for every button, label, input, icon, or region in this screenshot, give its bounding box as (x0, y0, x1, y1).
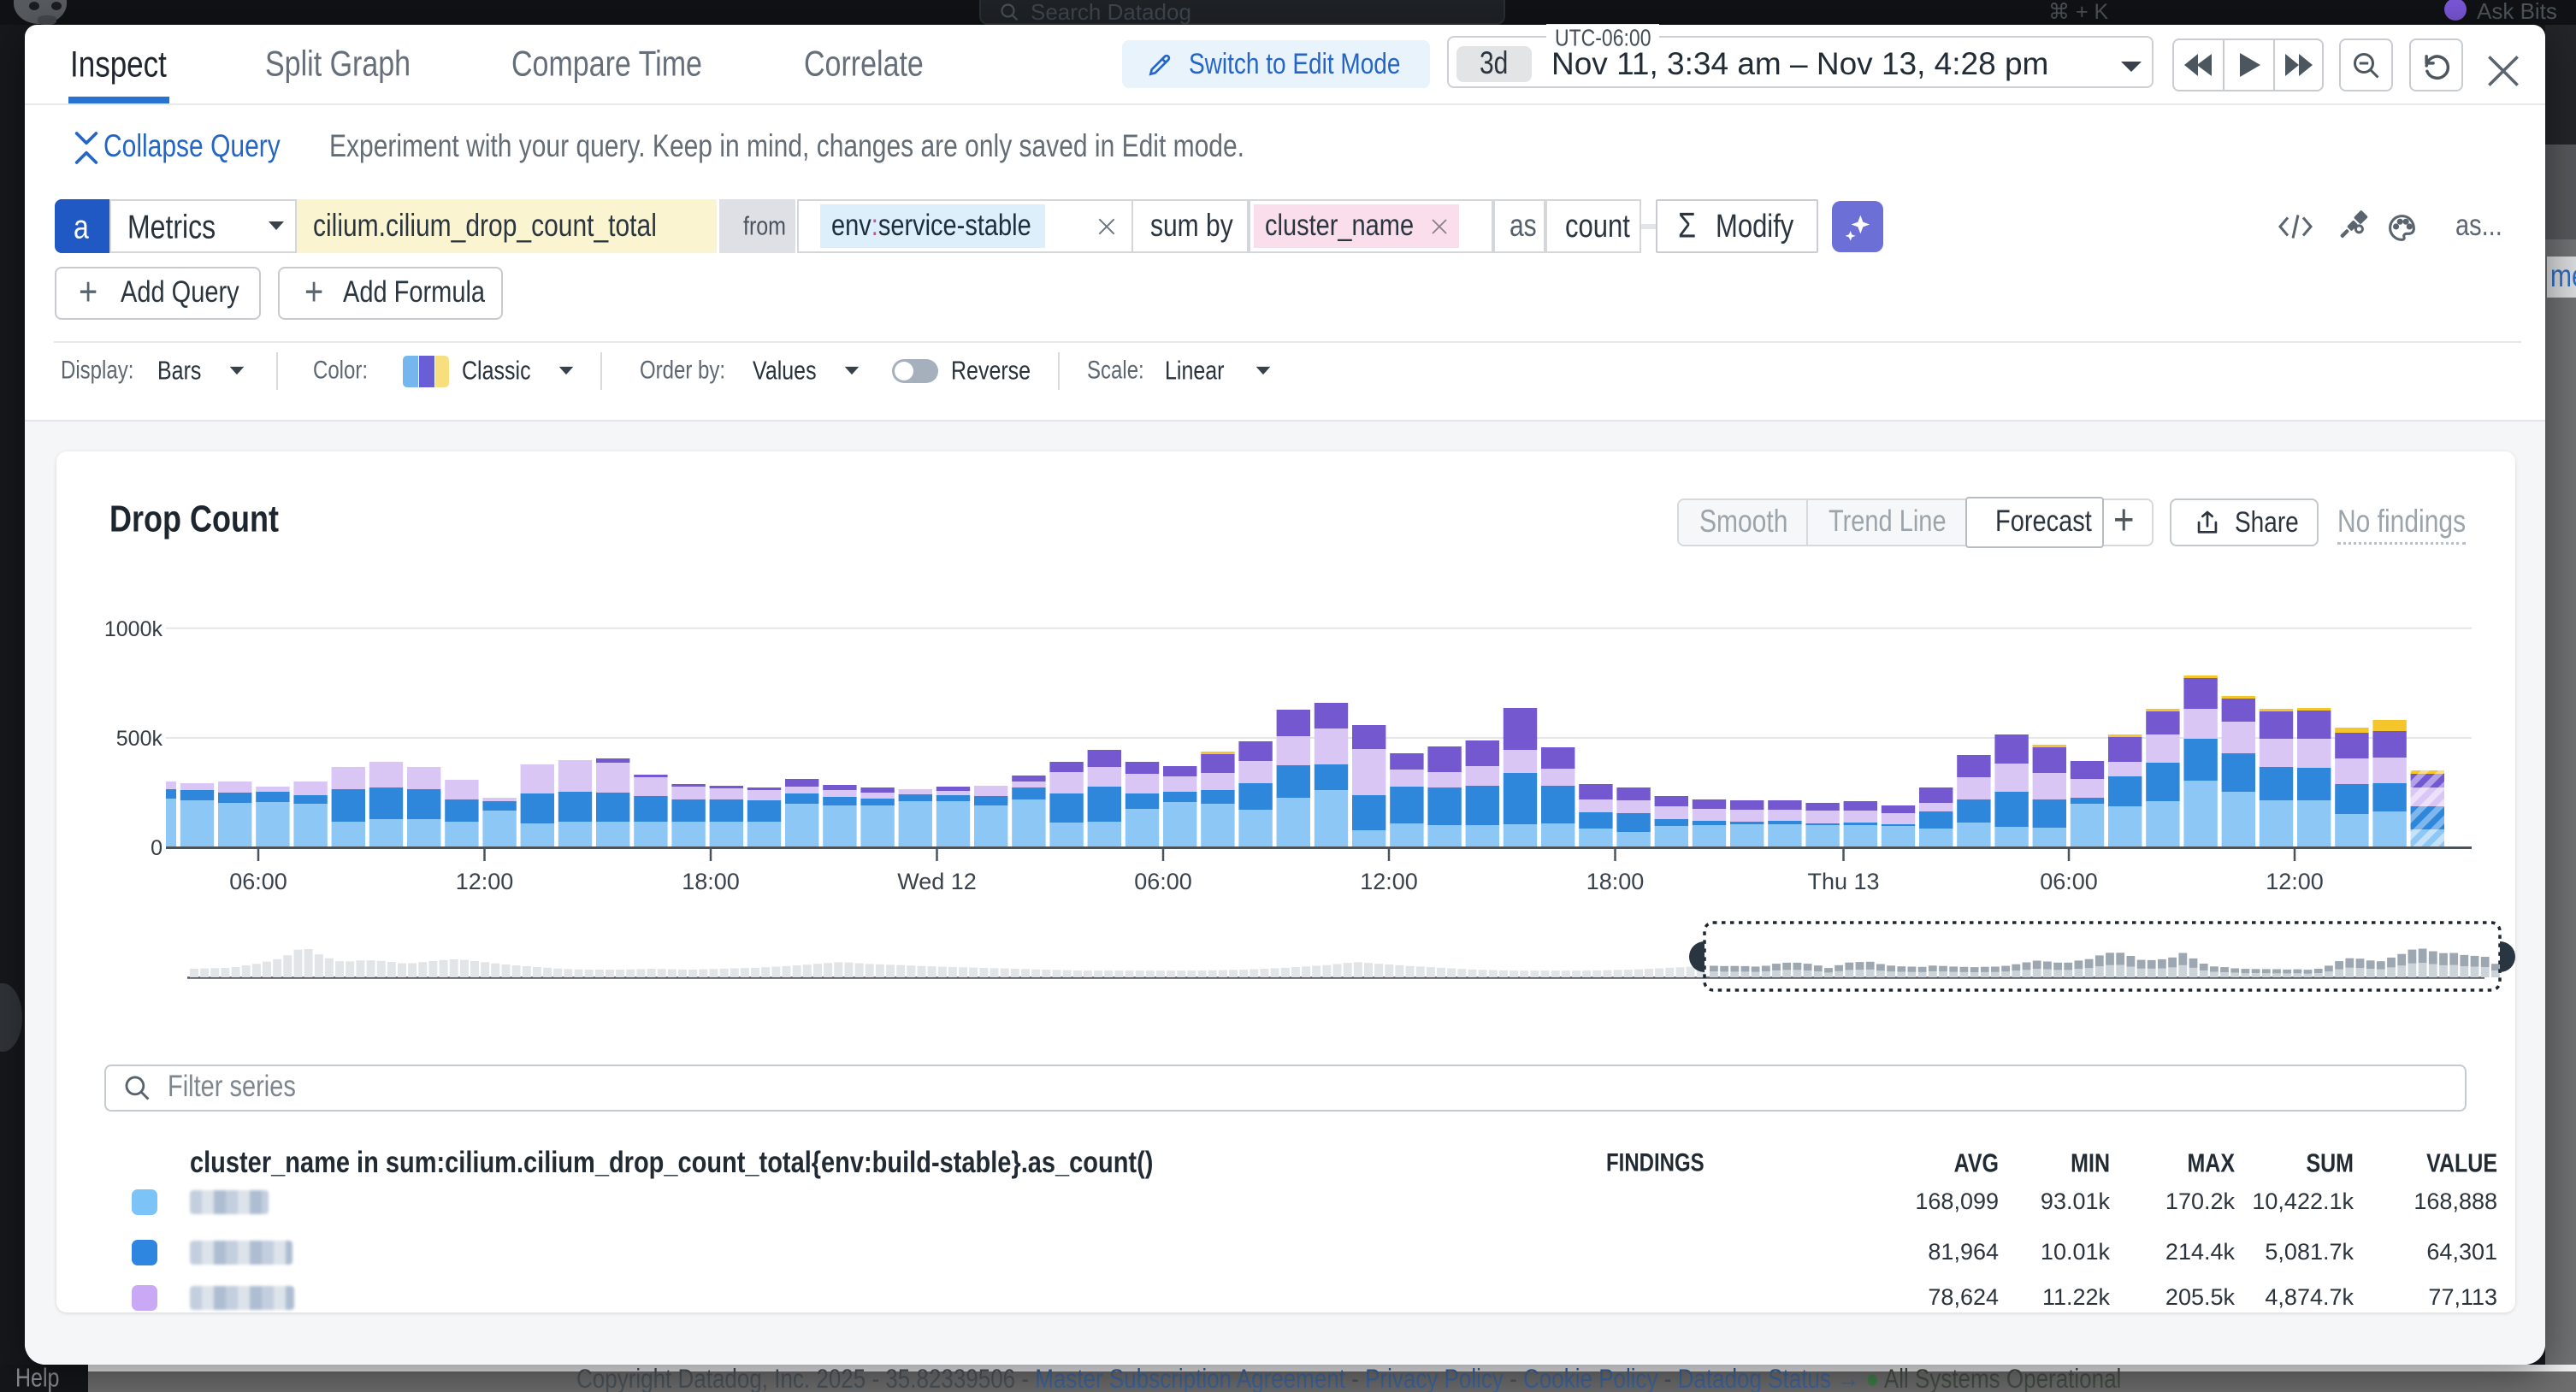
svg-text:Thu 13: Thu 13 (1807, 869, 1879, 894)
svg-text:06:00: 06:00 (2040, 869, 2098, 894)
svg-text:12:00: 12:00 (456, 869, 514, 894)
svg-text:0: 0 (151, 836, 162, 860)
svg-text:Wed 12: Wed 12 (897, 869, 977, 894)
svg-text:06:00: 06:00 (1134, 869, 1192, 894)
svg-text:500k: 500k (116, 727, 163, 751)
svg-text:12:00: 12:00 (1360, 869, 1418, 894)
svg-text:06:00: 06:00 (229, 869, 287, 894)
svg-text:1000k: 1000k (104, 617, 163, 641)
svg-text:18:00: 18:00 (682, 869, 740, 894)
svg-text:12:00: 12:00 (2266, 869, 2324, 894)
svg-text:18:00: 18:00 (1586, 869, 1645, 894)
